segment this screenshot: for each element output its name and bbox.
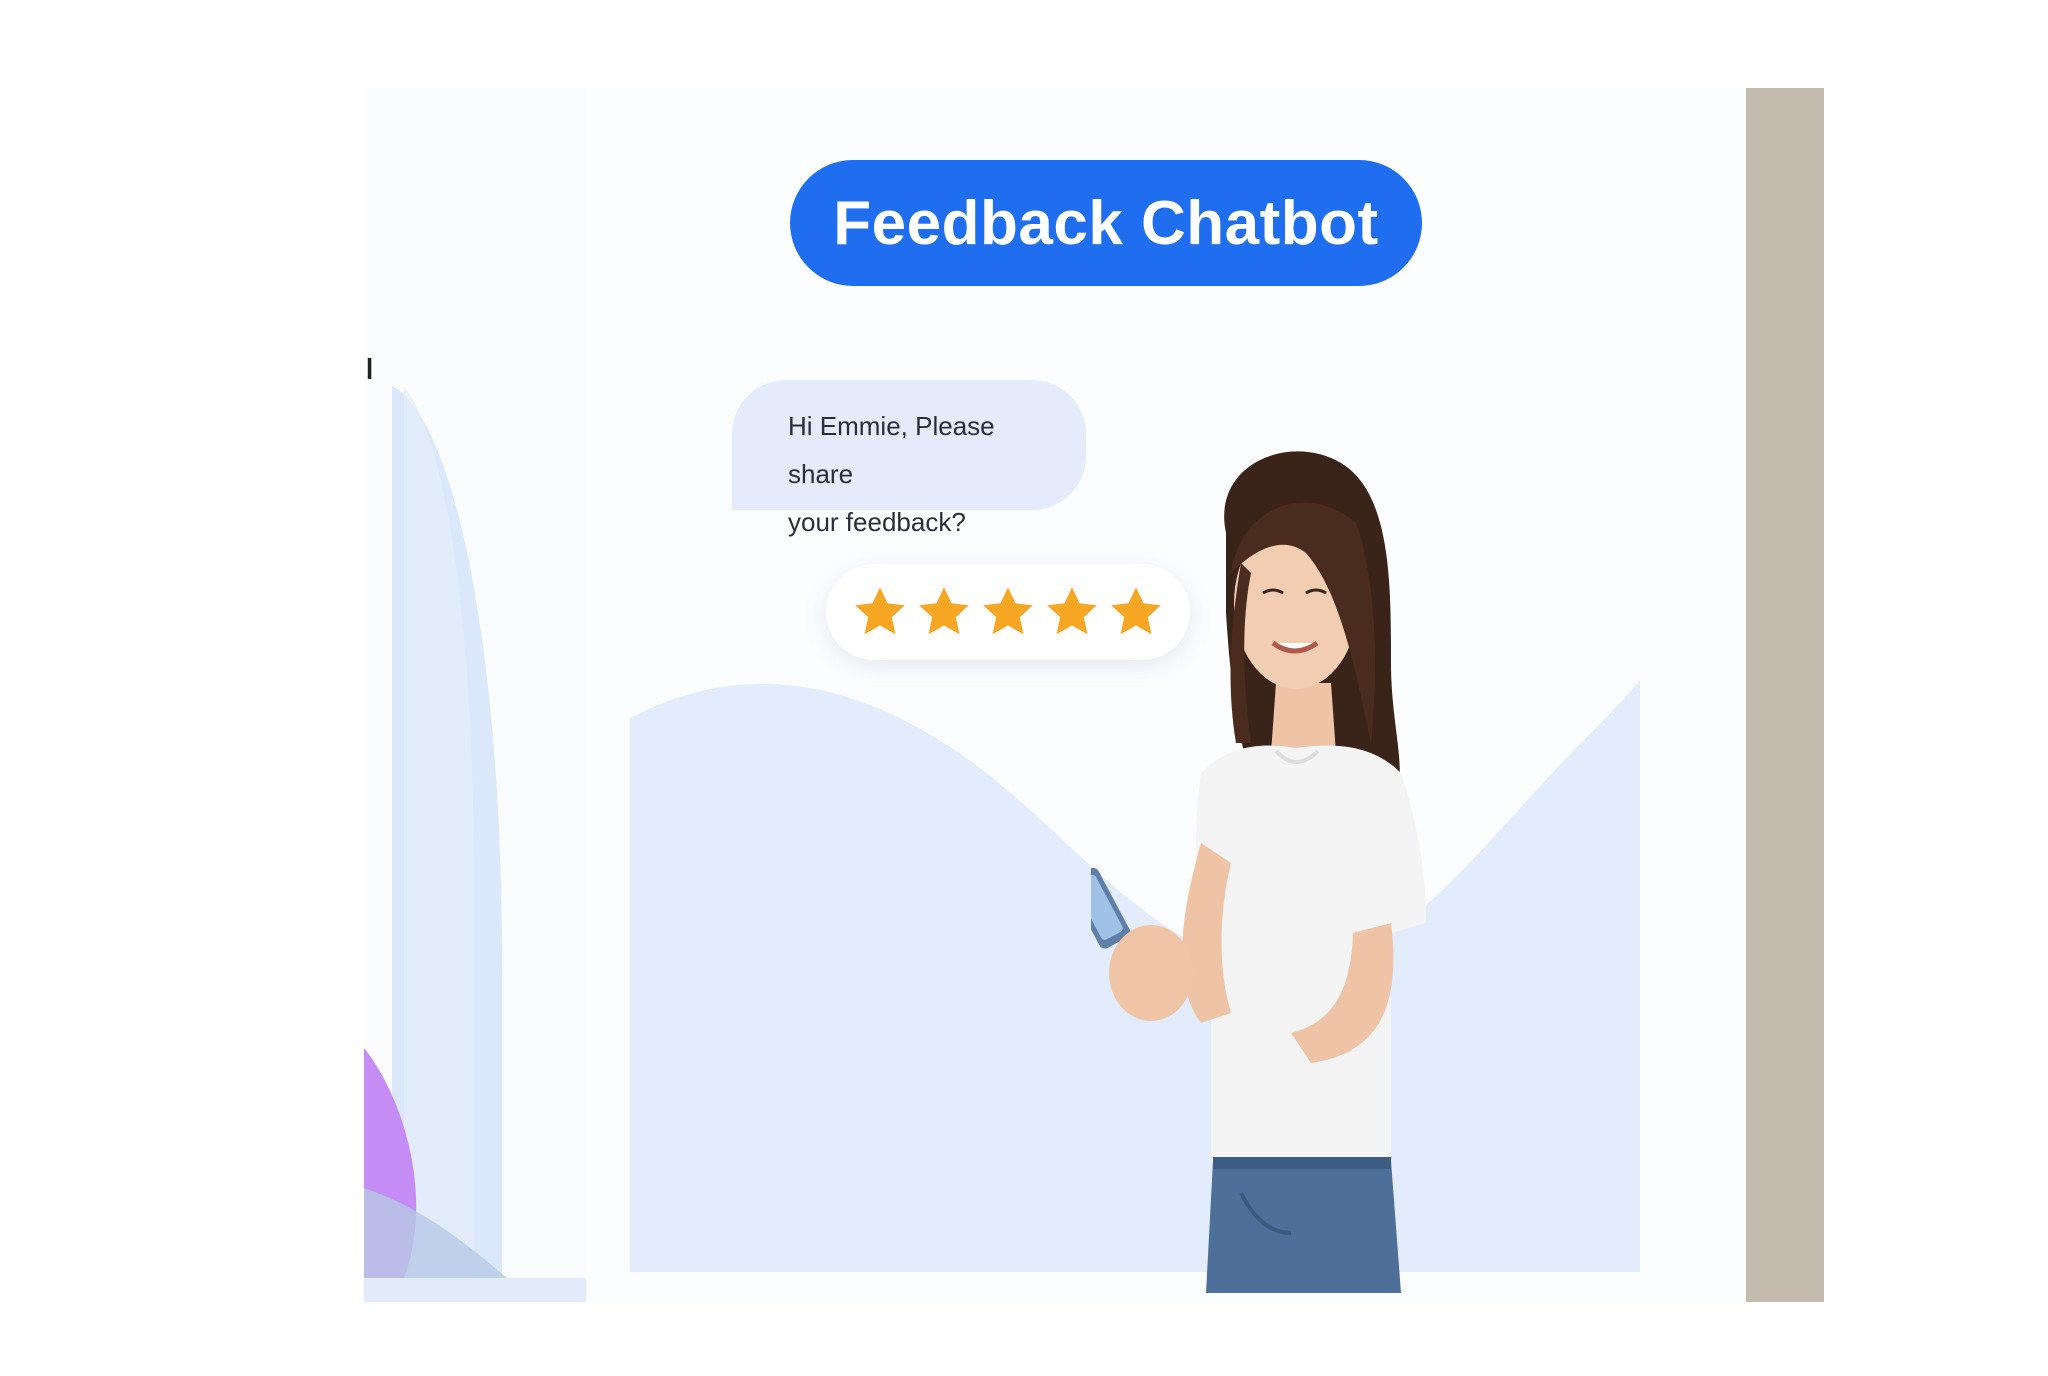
star-icon <box>919 587 969 635</box>
waistband <box>1213 1157 1391 1169</box>
left-partial-text: ı <box>364 344 376 388</box>
left-card-shapes <box>364 386 586 1302</box>
smile <box>1271 640 1319 654</box>
jeans <box>1206 1161 1401 1293</box>
screen: ı Feedback Chatbot Hi Emmie, Please shar… <box>0 0 2048 1376</box>
chat-bubble: Hi Emmie, Please share your feedback? <box>732 380 1086 537</box>
slide-title: Feedback Chatbot <box>833 188 1379 258</box>
left-bottom-band <box>364 1278 586 1302</box>
woman-with-phone-image <box>1091 451 1426 1293</box>
star-icon <box>855 587 905 635</box>
left-blue-highlight <box>404 386 474 1278</box>
feedback-chatbot-slide: Feedback Chatbot Hi Emmie, Please share … <box>586 88 1746 1302</box>
left-partial-card: ı <box>364 88 586 1302</box>
right-edge-strip <box>1746 88 1824 1302</box>
chat-message-line-2: your feedback? <box>788 507 966 537</box>
neck <box>1271 683 1336 753</box>
title-pill: Feedback Chatbot <box>790 160 1422 286</box>
hands <box>1109 925 1193 1021</box>
chat-message-line-1: Hi Emmie, Please share <box>788 411 995 489</box>
star-icon <box>983 587 1033 635</box>
